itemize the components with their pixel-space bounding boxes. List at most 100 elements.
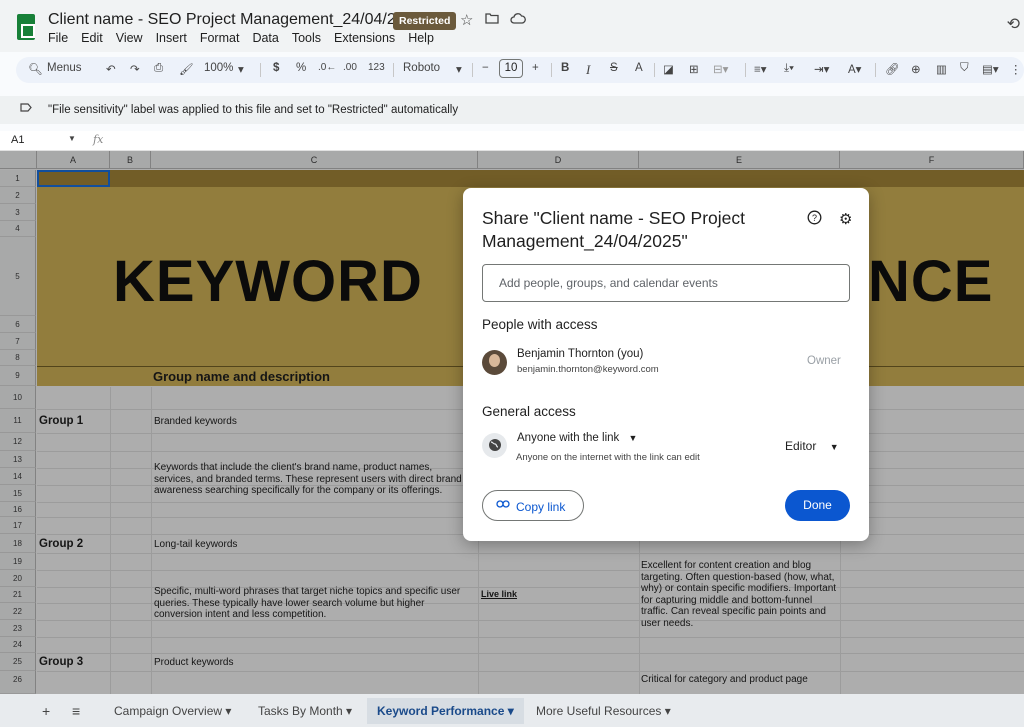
help-icon[interactable]: ? — [807, 210, 822, 229]
person-name: Benjamin Thornton (you) — [517, 348, 644, 360]
percent-format-button[interactable]: % — [296, 62, 306, 74]
toolbar: 🔍︎ Menus ↶ ↷ ⎙ 🖌︎ 100% ▾ $ % .0← .00 123… — [16, 57, 1024, 83]
increase-font-size-button[interactable]: + — [532, 62, 539, 74]
dialog-title: Share "Client name - SEO Project Managem… — [482, 208, 745, 251]
font-size-input[interactable]: 10 — [499, 59, 523, 78]
all-sheets-menu-icon[interactable]: ≡ — [72, 703, 80, 719]
name-box-chevron-icon[interactable]: ▼ — [68, 134, 76, 143]
copy-link-label: Copy link — [516, 500, 566, 514]
globe-icon — [482, 433, 507, 458]
owner-role-label: Owner — [807, 355, 841, 367]
menu-edit[interactable]: Edit — [81, 31, 103, 45]
link-role-label: Editor — [785, 439, 817, 453]
filter-icon[interactable]: ⛉ — [960, 62, 969, 75]
name-box[interactable]: A1 — [11, 134, 24, 146]
undo-icon[interactable]: ↶ — [106, 62, 116, 76]
more-options-icon[interactable]: ⋮ — [1010, 62, 1022, 76]
tab-chevron-icon[interactable]: ▾ — [665, 704, 671, 718]
italic-icon[interactable]: I — [586, 62, 590, 78]
insert-comment-icon[interactable]: ⊕ — [911, 62, 921, 76]
vertical-align-icon[interactable]: ⤓▾ — [784, 62, 794, 75]
fill-color-icon[interactable]: ◪ — [663, 62, 674, 76]
menu-extensions[interactable]: Extensions — [334, 31, 395, 45]
text-wrapping-icon[interactable]: ⇥▾ — [814, 62, 829, 76]
merge-cells-icon[interactable]: ⊟▾ — [713, 62, 728, 76]
menu-file[interactable]: File — [48, 31, 68, 45]
done-button[interactable]: Done — [785, 490, 850, 521]
tab-chevron-icon[interactable]: ▾ — [508, 704, 514, 718]
font-select[interactable]: Roboto — [403, 62, 440, 74]
tab-chevron-icon[interactable]: ▾ — [346, 704, 352, 718]
add-people-input[interactable]: Add people, groups, and calendar events — [482, 264, 850, 302]
filter-views-icon[interactable]: ▤▾ — [982, 62, 999, 76]
link-access-chevron-icon[interactable]: ▼ — [629, 433, 638, 443]
insert-link-icon[interactable]: 🔗︎ — [885, 62, 900, 76]
menu-tools[interactable]: Tools — [292, 31, 321, 45]
sheet-tab-more-useful-resources[interactable]: More Useful Resources ▾ — [526, 698, 681, 724]
general-access-heading: General access — [482, 404, 576, 419]
version-history-icon[interactable]: ⟲ — [1007, 14, 1020, 34]
banner-message: "File sensitivity" label was applied to … — [48, 104, 459, 116]
person-email: benjamin.thornton@keyword.com — [517, 364, 659, 375]
toolbar-divider — [472, 63, 473, 77]
print-icon[interactable]: ⎙ — [154, 62, 163, 75]
currency-format-button[interactable]: $ — [273, 62, 279, 74]
move-folder-icon[interactable] — [485, 11, 499, 28]
tab-chevron-icon[interactable]: ▾ — [225, 704, 231, 718]
zoom-select[interactable]: 100% — [204, 62, 233, 74]
sensitivity-banner: "File sensitivity" label was applied to … — [0, 96, 1024, 124]
text-rotation-icon[interactable]: A▾ — [848, 62, 861, 76]
cloud-status-icon[interactable] — [510, 11, 526, 28]
star-icon[interactable]: ☆ — [460, 11, 473, 29]
link-access-label: Anyone with the link — [517, 432, 620, 444]
horizontal-align-icon[interactable]: ≡▾ — [754, 62, 766, 76]
decrease-font-size-button[interactable]: − — [482, 62, 489, 74]
borders-icon[interactable]: ⊞ — [689, 62, 699, 76]
settings-gear-icon[interactable]: ⚙ — [839, 210, 852, 228]
toolbar-divider — [654, 63, 655, 77]
link-role-select[interactable]: Editor ▼ — [785, 439, 839, 453]
add-sheet-button[interactable]: + — [42, 703, 50, 719]
formula-bar: A1 ▼ fx — [0, 131, 1024, 151]
label-icon — [20, 103, 32, 115]
paint-format-icon[interactable]: 🖌︎ — [179, 62, 194, 76]
document-title[interactable]: Client name - SEO Project Management_24/… — [48, 11, 422, 29]
sheet-tab-tasks-by-month[interactable]: Tasks By Month ▾ — [248, 698, 362, 724]
number-format-button[interactable]: 123 — [368, 62, 385, 73]
sheet-tab-label: Campaign Overview — [114, 704, 223, 718]
menu-bar: File Edit View Insert Format Data Tools … — [48, 31, 434, 45]
text-color-icon[interactable]: A — [635, 62, 643, 74]
sheet-tab-label: More Useful Resources — [536, 704, 662, 718]
toolbar-divider — [393, 63, 394, 77]
toolbar-divider — [875, 63, 876, 77]
link-access-description: Anyone on the internet with the link can… — [516, 452, 700, 463]
search-menus-icon[interactable]: 🔍︎ — [28, 62, 43, 76]
sheets-logo-icon[interactable] — [17, 14, 35, 40]
menu-format[interactable]: Format — [200, 31, 240, 45]
increase-decimal-button[interactable]: .00 — [343, 62, 357, 73]
sheets-bar: + ≡ Campaign Overview ▾ Tasks By Month ▾… — [0, 694, 1024, 727]
sheet-tab-label: Tasks By Month — [258, 704, 343, 718]
font-chevron-icon[interactable]: ▾ — [456, 62, 462, 76]
sensitivity-badge[interactable]: Restricted — [393, 12, 457, 30]
menu-view[interactable]: View — [116, 31, 143, 45]
menu-help[interactable]: Help — [408, 31, 434, 45]
decrease-decimal-button[interactable]: .0← — [318, 62, 336, 73]
menu-data[interactable]: Data — [252, 31, 278, 45]
share-dialog: Share "Client name - SEO Project Managem… — [463, 188, 869, 541]
sheet-tab-label: Keyword Performance — [377, 704, 505, 718]
redo-icon[interactable]: ↷ — [130, 62, 140, 76]
sheet-tab-keyword-performance[interactable]: Keyword Performance ▾ — [367, 698, 524, 724]
link-role-chevron-icon[interactable]: ▼ — [830, 442, 839, 452]
search-menus-label[interactable]: Menus — [47, 62, 82, 74]
menu-insert[interactable]: Insert — [156, 31, 187, 45]
insert-chart-icon[interactable]: ▥ — [936, 62, 947, 76]
strikethrough-icon[interactable]: S — [610, 62, 618, 74]
sheet-tab-campaign-overview[interactable]: Campaign Overview ▾ — [104, 698, 241, 724]
copy-link-button[interactable]: Copy link — [482, 490, 584, 521]
zoom-chevron-icon[interactable]: ▾ — [238, 62, 244, 76]
title-bar: Client name - SEO Project Management_24/… — [0, 0, 1024, 52]
link-access-select[interactable]: Anyone with the link ▼ — [517, 432, 637, 444]
link-icon — [496, 499, 510, 511]
bold-icon[interactable]: B — [561, 62, 569, 74]
